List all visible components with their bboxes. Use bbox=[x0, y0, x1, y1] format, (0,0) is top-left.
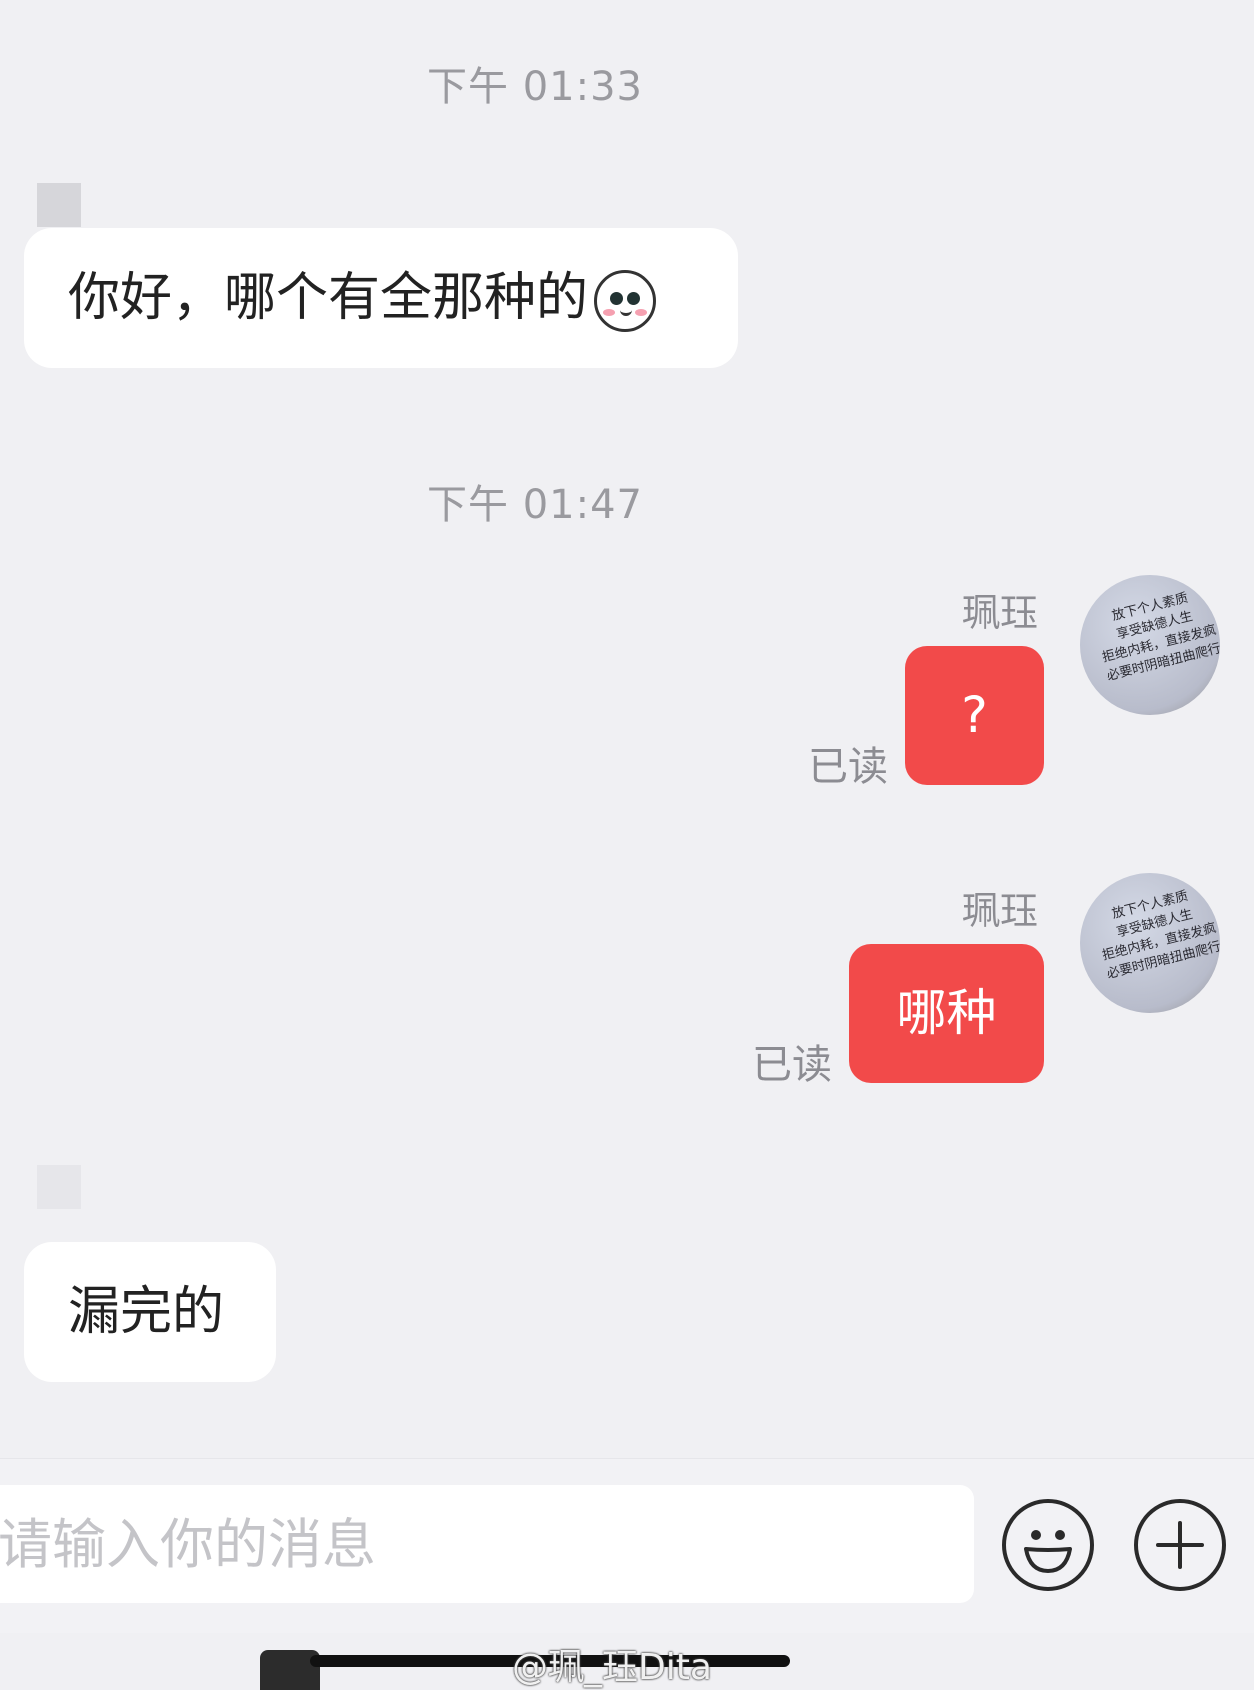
sender-name: 珮珏 bbox=[962, 591, 1039, 635]
user-avatar[interactable]: 放下个人素质 享受缺德人生 拒绝内耗，直接发疯 必要时阴暗扭曲爬行 bbox=[1080, 575, 1220, 715]
message-text: 哪种 bbox=[896, 984, 997, 1042]
incoming-message-bubble[interactable]: 你好，哪个有全那种的 bbox=[24, 228, 738, 368]
plus-icon bbox=[1156, 1521, 1204, 1569]
sender-avatar-placeholder[interactable] bbox=[37, 183, 81, 227]
sender-name: 珮珏 bbox=[962, 889, 1039, 933]
outgoing-message-bubble[interactable]: ? bbox=[905, 646, 1044, 785]
read-status: 已读 bbox=[808, 744, 888, 790]
outgoing-message-bubble[interactable]: 哪种 bbox=[849, 944, 1044, 1083]
timestamp: 下午 01:33 bbox=[427, 64, 643, 110]
read-status: 已读 bbox=[752, 1042, 832, 1088]
timestamp: 下午 01:47 bbox=[427, 482, 643, 528]
smiley-icon bbox=[1024, 1530, 1072, 1573]
sender-avatar-placeholder[interactable] bbox=[37, 1165, 81, 1209]
avatar-caption: 放下个人素质 享受缺德人生 拒绝内耗，直接发疯 必要时阴暗扭曲爬行 bbox=[1100, 590, 1220, 685]
message-text: 漏完的 bbox=[68, 1282, 225, 1342]
message-text: ? bbox=[961, 686, 988, 744]
emoji-button[interactable] bbox=[1002, 1499, 1094, 1591]
incoming-message-bubble[interactable]: 漏完的 bbox=[24, 1242, 276, 1382]
message-input-container[interactable] bbox=[0, 1485, 974, 1603]
avatar-caption: 放下个人素质 享受缺德人生 拒绝内耗，直接发疯 必要时阴暗扭曲爬行 bbox=[1100, 888, 1220, 983]
more-options-button[interactable] bbox=[1134, 1499, 1226, 1591]
seal-emoji-icon bbox=[594, 270, 657, 332]
message-input[interactable] bbox=[0, 1485, 974, 1603]
watermark: @珮_珏Dita bbox=[512, 1647, 712, 1688]
message-text: 你好，哪个有全那种的 bbox=[68, 268, 589, 328]
user-avatar[interactable]: 放下个人素质 享受缺德人生 拒绝内耗，直接发疯 必要时阴暗扭曲爬行 bbox=[1080, 873, 1220, 1013]
